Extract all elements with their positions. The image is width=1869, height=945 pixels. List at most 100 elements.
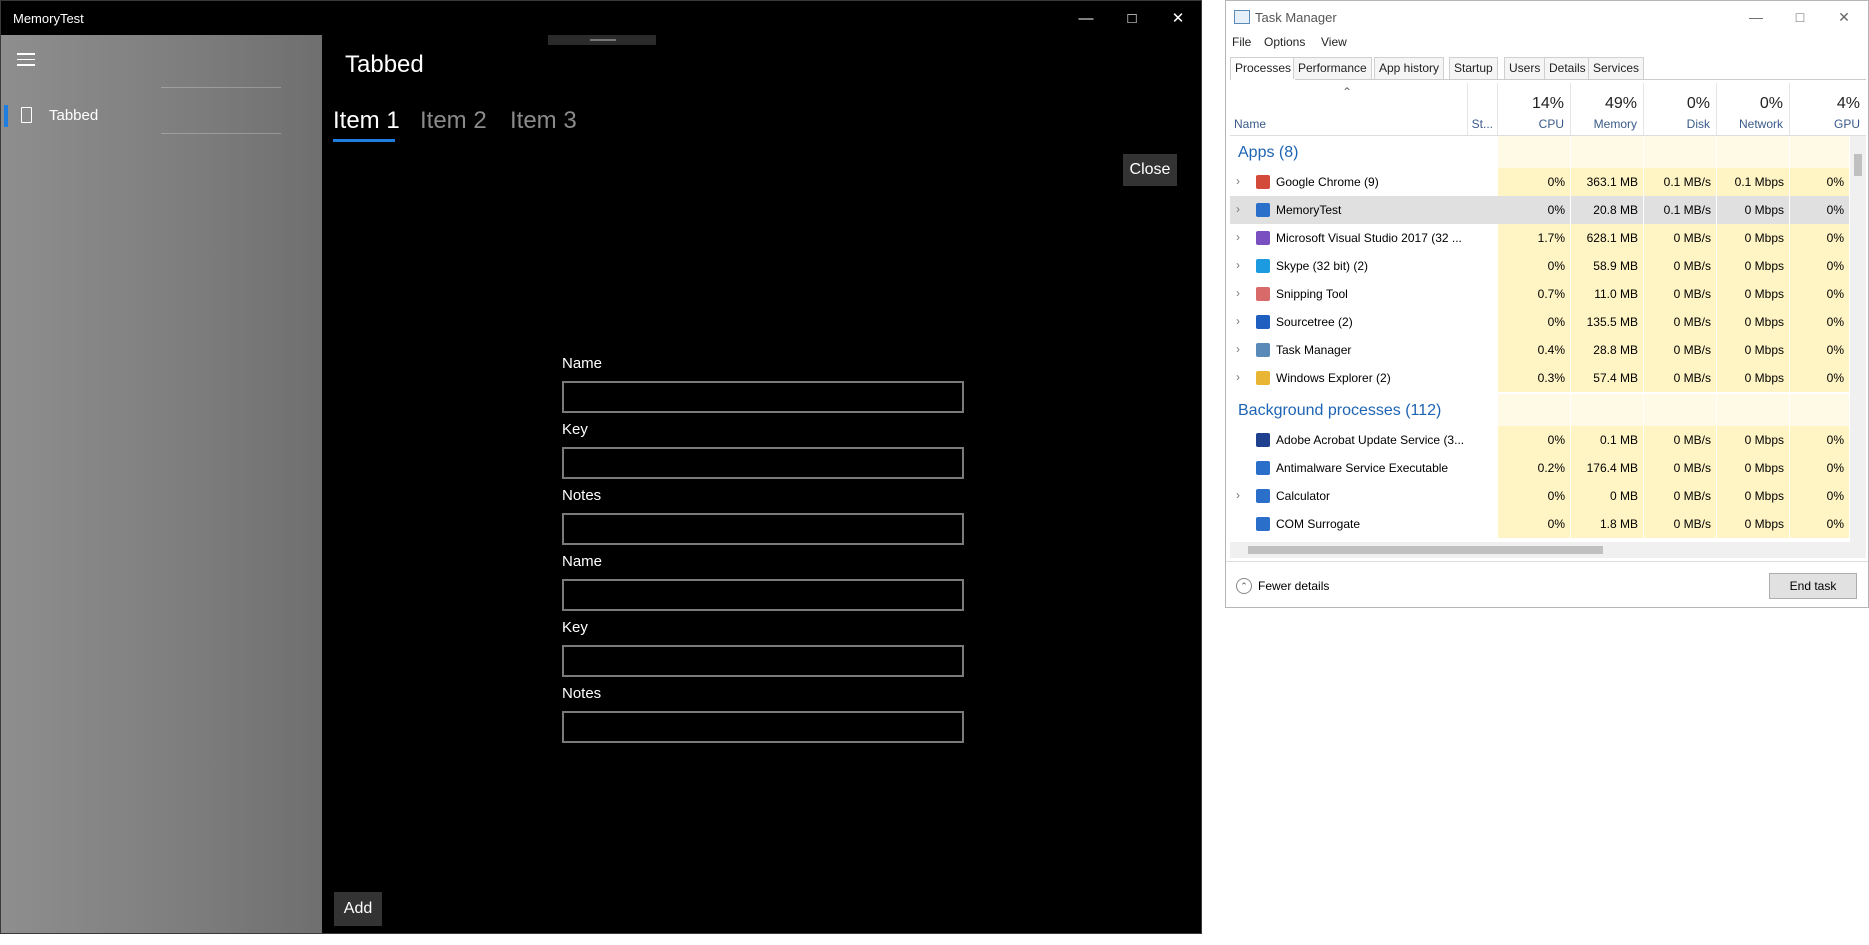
- tab-item-1[interactable]: Item 1: [333, 107, 400, 135]
- minimize-button[interactable]: —: [1063, 1, 1109, 35]
- cell-background: [1571, 394, 1644, 426]
- hamburger-menu-icon[interactable]: [17, 53, 35, 67]
- process-disk: 0 MB/s: [1673, 461, 1711, 475]
- cell-background: [1717, 394, 1790, 426]
- tab-performance[interactable]: Performance: [1293, 57, 1372, 79]
- vertical-scrollbar[interactable]: [1850, 136, 1866, 542]
- taskmanager-window: Task Manager — □ ✕ File Options View Pro…: [1225, 0, 1869, 608]
- process-row[interactable]: COM Surrogate 0% 1.8 MB 0 MB/s 0 Mbps 0%: [1230, 510, 1850, 538]
- name-input[interactable]: [562, 381, 964, 413]
- name-input[interactable]: [562, 579, 964, 611]
- column-header-network[interactable]: 0% Network: [1717, 83, 1790, 135]
- process-icon: [1256, 371, 1270, 385]
- tab-item-2[interactable]: Item 2: [420, 107, 487, 135]
- menu-options[interactable]: Options: [1264, 35, 1305, 49]
- column-header-memory[interactable]: 49% Memory: [1571, 83, 1644, 135]
- field-label-key: Key: [562, 421, 588, 438]
- chevron-right-icon[interactable]: ›: [1236, 202, 1240, 216]
- task-manager-icon: [1234, 10, 1250, 24]
- sort-arrow-icon: ⌃: [1342, 85, 1353, 99]
- column-header-status[interactable]: St...: [1468, 83, 1498, 135]
- tab-users[interactable]: Users: [1504, 57, 1546, 79]
- taskmanager-titlebar: Task Manager — □ ✕: [1226, 1, 1868, 33]
- nav-item-tabbed[interactable]: Tabbed: [1, 95, 322, 135]
- chevron-up-icon[interactable]: ⌃: [1236, 578, 1252, 594]
- tab-item-3[interactable]: Item 3: [510, 107, 577, 135]
- minimize-button[interactable]: —: [1734, 5, 1778, 29]
- field-label-notes: Notes: [562, 685, 602, 702]
- process-row[interactable]: › Calculator 0% 0 MB 0 MB/s 0 Mbps 0%: [1230, 482, 1850, 510]
- tab-app-history[interactable]: App history: [1374, 57, 1445, 79]
- process-row[interactable]: › Task Manager 0.4% 28.8 MB 0 MB/s 0 Mbps 0%: [1230, 336, 1850, 364]
- chevron-right-icon[interactable]: ›: [1236, 314, 1240, 328]
- chevron-right-icon[interactable]: ›: [1236, 230, 1240, 244]
- column-header-gpu[interactable]: 4% GPU: [1790, 83, 1866, 135]
- process-row[interactable]: › Microsoft Visual Studio 2017 (32 ... 1.7…: [1230, 224, 1850, 252]
- process-row[interactable]: › Windows Explorer (2) 0.3% 57.4 MB 0 MB/s 0 …: [1230, 364, 1850, 392]
- menu-view[interactable]: View: [1321, 35, 1347, 49]
- key-input[interactable]: [562, 447, 964, 479]
- process-name: COM Surrogate: [1276, 517, 1361, 531]
- process-row[interactable]: › Snipping Tool 0.7% 11.0 MB 0 MB/s 0 Mbps 0%: [1230, 280, 1850, 308]
- process-cpu: 0%: [1547, 203, 1565, 217]
- maximize-button[interactable]: □: [1778, 5, 1822, 29]
- chevron-right-icon[interactable]: ›: [1236, 488, 1240, 502]
- process-memory: 1.8 MB: [1599, 517, 1638, 531]
- divider: [161, 87, 281, 88]
- process-network: 0 Mbps: [1744, 315, 1784, 329]
- cell-background: [1790, 394, 1850, 426]
- scroll-thumb[interactable]: [1248, 546, 1603, 554]
- column-headers: ⌃ Name St... 14% CPU 49% Memory 0% Disk …: [1230, 83, 1866, 136]
- process-memory: 628.1 MB: [1586, 231, 1638, 245]
- tab-services[interactable]: Services: [1588, 57, 1645, 79]
- chevron-right-icon[interactable]: ›: [1236, 286, 1240, 300]
- process-cpu: 0%: [1547, 315, 1565, 329]
- selection-indicator: [4, 105, 8, 127]
- process-row[interactable]: Antimalware Service Executable 0.2% 176.4 …: [1230, 454, 1850, 482]
- chevron-right-icon[interactable]: ›: [1236, 258, 1240, 272]
- chevron-right-icon[interactable]: ›: [1236, 370, 1240, 384]
- fewer-details-link[interactable]: Fewer details: [1258, 579, 1329, 593]
- end-task-button[interactable]: End task: [1769, 573, 1857, 599]
- process-icon: [1256, 315, 1270, 329]
- tab-startup[interactable]: Startup: [1449, 57, 1498, 79]
- close-window-button[interactable]: ✕: [1155, 1, 1201, 35]
- process-row[interactable]: › Google Chrome (9) 0% 363.1 MB 0.1 MB/s 0.1 …: [1230, 168, 1850, 196]
- horizontal-scrollbar[interactable]: [1230, 542, 1866, 558]
- nav-item-label: Tabbed: [49, 107, 99, 124]
- process-network: 0 Mbps: [1744, 461, 1784, 475]
- drag-handle[interactable]: [548, 35, 656, 45]
- column-header-cpu[interactable]: 14% CPU: [1498, 83, 1571, 135]
- process-disk: 0 MB/s: [1673, 433, 1711, 447]
- process-network: 0 Mbps: [1744, 259, 1784, 273]
- column-header-disk[interactable]: 0% Disk: [1644, 83, 1717, 135]
- field-label-name: Name: [562, 355, 603, 372]
- chevron-right-icon[interactable]: ›: [1236, 174, 1240, 188]
- chevron-right-icon[interactable]: ›: [1236, 342, 1240, 356]
- close-button[interactable]: Close: [1123, 154, 1177, 186]
- process-row[interactable]: › Skype (32 bit) (2) 0% 58.9 MB 0 MB/s 0 Mbps…: [1230, 252, 1850, 280]
- process-icon: [1256, 175, 1270, 189]
- process-disk: 0 MB/s: [1673, 315, 1711, 329]
- cell-background: [1644, 394, 1717, 426]
- menu-file[interactable]: File: [1232, 35, 1251, 49]
- process-memory: 0 MB: [1609, 489, 1638, 503]
- scroll-thumb[interactable]: [1854, 154, 1862, 176]
- process-disk: 0.1 MB/s: [1663, 203, 1711, 217]
- group-label: Apps (8): [1238, 144, 1299, 161]
- notes-input[interactable]: [562, 513, 964, 545]
- maximize-button[interactable]: □: [1109, 1, 1155, 35]
- column-header-name[interactable]: ⌃ Name: [1230, 83, 1468, 135]
- process-row[interactable]: › Sourcetree (2) 0% 135.5 MB 0 MB/s 0 Mbps 0%: [1230, 308, 1850, 336]
- tab-processes[interactable]: Processes: [1230, 57, 1297, 80]
- add-button[interactable]: Add: [334, 892, 382, 926]
- key-input[interactable]: [562, 645, 964, 677]
- close-window-button[interactable]: ✕: [1822, 5, 1866, 29]
- process-row[interactable]: Adobe Acrobat Update Service (3... 0% 0.1 …: [1230, 426, 1850, 454]
- notes-input[interactable]: [562, 711, 964, 743]
- field-label-key: Key: [562, 619, 588, 636]
- tab-details[interactable]: Details: [1544, 57, 1591, 79]
- process-network: 0 Mbps: [1744, 433, 1784, 447]
- process-row[interactable]: › MemoryTest 0% 20.8 MB 0.1 MB/s 0 Mbps 0%: [1230, 196, 1850, 224]
- process-memory: 28.8 MB: [1593, 343, 1638, 357]
